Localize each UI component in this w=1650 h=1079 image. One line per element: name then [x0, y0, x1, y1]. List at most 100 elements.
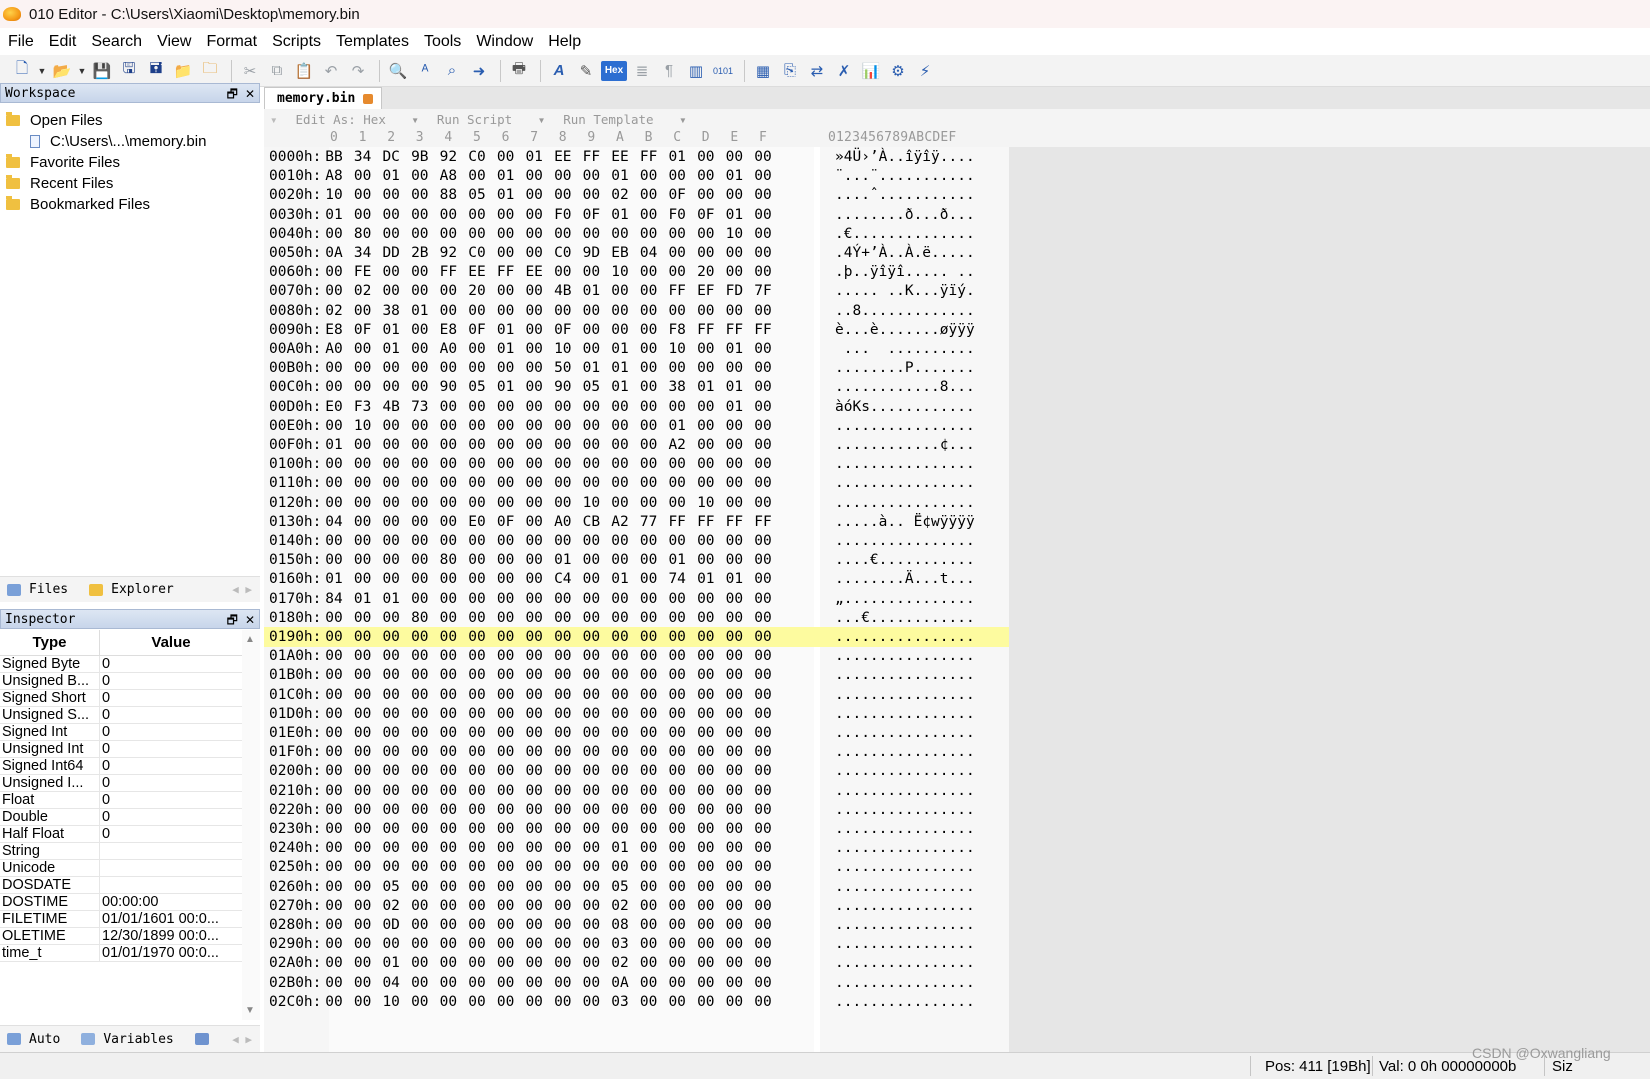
hex-byte[interactable]: 00	[722, 435, 746, 455]
hex-byte[interactable]: 00	[722, 896, 746, 916]
hex-byte[interactable]: 00	[436, 953, 460, 973]
hex-byte[interactable]: 01	[494, 320, 518, 340]
hex-byte[interactable]: 00	[637, 320, 661, 340]
hex-byte[interactable]: 00	[694, 339, 718, 359]
hex-byte[interactable]: 00	[351, 761, 375, 781]
ascii-text[interactable]: ....ˆ...........	[835, 185, 975, 205]
ascii-text[interactable]: ................	[835, 723, 975, 743]
hex-byte[interactable]: 00	[751, 685, 775, 705]
hex-byte[interactable]: 00	[637, 454, 661, 474]
hex-byte[interactable]: 00	[465, 166, 489, 186]
hex-row[interactable]: 02C0h: 00 00 10 00 00 00 00 00 00 00 03 00 00 00 00 00..…	[264, 992, 1009, 1012]
hex-byte[interactable]: FF	[665, 281, 689, 301]
hex-byte[interactable]: 00	[551, 973, 575, 993]
hex-byte[interactable]: 00	[408, 166, 432, 186]
hex-byte[interactable]: 00	[551, 704, 575, 724]
hex-byte[interactable]: 01	[494, 166, 518, 186]
inspector-row[interactable]: Signed Int64 0	[0, 758, 242, 775]
hex-byte[interactable]: 0F	[494, 512, 518, 532]
hex-byte[interactable]: 00	[522, 397, 546, 417]
hex-byte[interactable]: 80	[351, 224, 375, 244]
hex-byte[interactable]: 00	[408, 742, 432, 762]
hex-byte[interactable]: 00	[379, 627, 403, 647]
hex-byte[interactable]: 00	[751, 838, 775, 858]
hex-byte[interactable]: 34	[351, 243, 375, 263]
hex-byte[interactable]: 00	[494, 454, 518, 474]
ascii-text[interactable]: ........P.......	[835, 358, 975, 378]
hex-byte[interactable]: 00	[579, 857, 603, 877]
hex-byte[interactable]: 00	[522, 281, 546, 301]
hex-byte[interactable]: 00	[551, 742, 575, 762]
hex-byte[interactable]: 00	[351, 877, 375, 897]
hex-byte[interactable]: 00	[694, 838, 718, 858]
hex-byte[interactable]: 00	[436, 742, 460, 762]
hex-byte[interactable]: 00	[665, 454, 689, 474]
hex-byte[interactable]: 00	[322, 416, 346, 436]
hex-byte[interactable]: 00	[751, 819, 775, 839]
hex-byte[interactable]: 00	[522, 742, 546, 762]
hex-byte[interactable]: 03	[608, 934, 632, 954]
hex-byte[interactable]: 00	[694, 589, 718, 609]
hex-row[interactable]: 0270h: 00 00 02 00 00 00 00 00 00 00 02 00 00 00 00 00..…	[264, 896, 1009, 916]
hex-byte[interactable]: 01	[608, 838, 632, 858]
hex-byte[interactable]: 00	[494, 781, 518, 801]
hex-byte[interactable]: 00	[322, 742, 346, 762]
inspector-row[interactable]: time_t 01/01/1970 00:0...	[0, 945, 242, 962]
hex-row[interactable]: 0210h: 00 00 00 00 00 00 00 00 00 00 00 00 00 00 00 00..…	[264, 781, 1009, 801]
hex-byte[interactable]: 00	[522, 473, 546, 493]
hex-byte[interactable]: 00	[722, 416, 746, 436]
hex-byte[interactable]: 00	[637, 857, 661, 877]
hex-byte[interactable]: 00	[751, 665, 775, 685]
hex-row[interactable]: 0150h: 00 00 00 00 80 00 00 00 01 00 00 00 01 00 00 00..…	[264, 550, 1009, 570]
close-panel-icon[interactable]: ✕	[245, 613, 255, 627]
hex-byte[interactable]: 00	[436, 627, 460, 647]
hex-row[interactable]: 01C0h: 00 00 00 00 00 00 00 00 00 00 00 00 00 00 00 00..…	[264, 685, 1009, 705]
hex-byte[interactable]: 0F	[551, 320, 575, 340]
hex-byte[interactable]: 00	[408, 205, 432, 225]
hex-byte[interactable]: 00	[579, 320, 603, 340]
hex-byte[interactable]: 00	[465, 608, 489, 628]
hex-byte[interactable]: 00	[408, 435, 432, 455]
hex-byte[interactable]: 00	[351, 569, 375, 589]
hex-byte[interactable]: A0	[322, 339, 346, 359]
hex-byte[interactable]: 00	[436, 358, 460, 378]
hex-byte[interactable]: 00	[579, 915, 603, 935]
hex-row[interactable]: 0020h: 10 00 00 00 88 05 01 00 00 00 02 00 0F 00 00 00..…	[264, 185, 1009, 205]
hex-byte[interactable]: 00	[751, 454, 775, 474]
hex-byte[interactable]: 00	[436, 512, 460, 532]
text-mode-icon[interactable]: ≣	[630, 59, 654, 83]
hex-byte[interactable]: 00	[351, 493, 375, 513]
hex-byte[interactable]: 00	[751, 915, 775, 935]
ascii-text[interactable]: ¨...¨...........	[835, 166, 975, 186]
hex-byte[interactable]: 00	[722, 761, 746, 781]
hex-byte[interactable]: 01	[608, 339, 632, 359]
hex-byte[interactable]: 00	[579, 896, 603, 916]
hex-byte[interactable]: 00	[637, 723, 661, 743]
hex-byte[interactable]: 00	[665, 953, 689, 973]
ascii-text[interactable]: ................	[835, 915, 975, 935]
hex-byte[interactable]: 01	[551, 550, 575, 570]
hex-byte[interactable]: 00	[722, 147, 746, 167]
hex-byte[interactable]: 05	[379, 877, 403, 897]
menu-help[interactable]: Help	[548, 33, 589, 51]
hex-byte[interactable]: 00	[465, 301, 489, 321]
hex-byte[interactable]: 00	[379, 800, 403, 820]
paste-icon[interactable]: 📋	[292, 59, 316, 83]
hex-byte[interactable]: 2B	[408, 243, 432, 263]
hex-byte[interactable]: 00	[436, 205, 460, 225]
hex-byte[interactable]: 00	[322, 819, 346, 839]
hex-byte[interactable]: 00	[522, 646, 546, 666]
ascii-text[interactable]: ................	[835, 781, 975, 801]
hex-byte[interactable]: F0	[551, 205, 575, 225]
hex-byte[interactable]: FF	[637, 147, 661, 167]
ascii-text[interactable]: ... ..........	[835, 339, 975, 359]
hex-byte[interactable]: 00	[665, 665, 689, 685]
hex-byte[interactable]: 00	[694, 185, 718, 205]
ascii-text[interactable]: ................	[835, 646, 975, 666]
float-panel-icon[interactable]: 🗗	[227, 613, 238, 627]
hex-byte[interactable]: 02	[379, 896, 403, 916]
hex-byte[interactable]: 00	[751, 934, 775, 954]
hex-byte[interactable]: 00	[351, 934, 375, 954]
hex-byte[interactable]: 00	[436, 397, 460, 417]
hex-byte[interactable]: 00	[494, 665, 518, 685]
